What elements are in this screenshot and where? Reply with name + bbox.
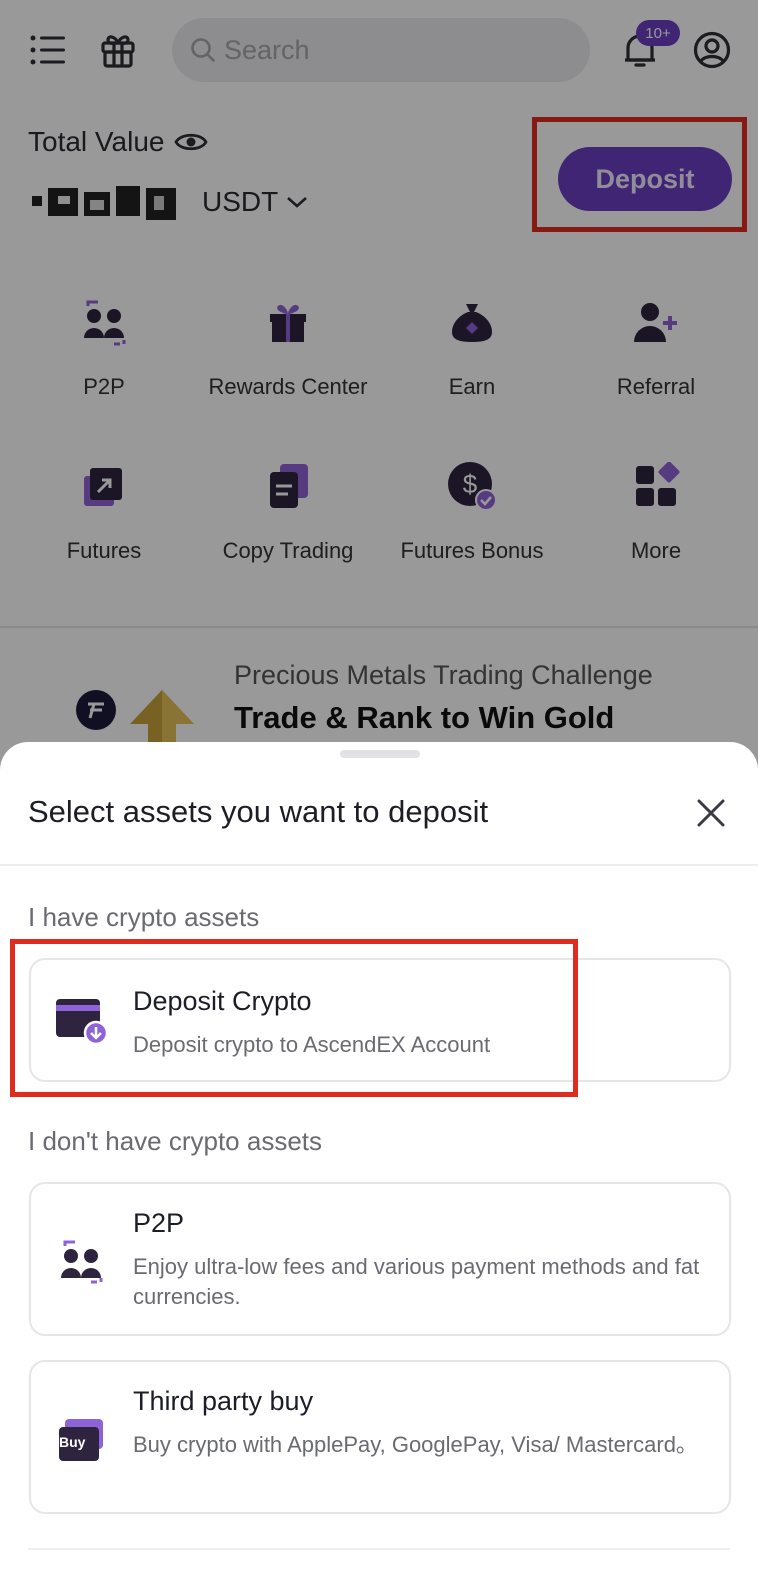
option-description: Buy crypto with ApplePay, GooglePay, Vis… [133,1432,698,1457]
deposit-sheet: Select assets you want to deposit I have… [0,742,758,1578]
close-icon[interactable] [690,792,732,834]
sheet-title: Select assets you want to deposit [28,794,489,829]
option-description: Enjoy ultra-low fees and various payment… [133,1254,700,1309]
option-p2p[interactable]: P2P Enjoy ultra-low fees and various pay… [29,1182,731,1336]
option-title: Third party buy [133,1386,314,1416]
option-title: P2P [133,1208,185,1238]
section-label-have: I have crypto assets [28,902,260,932]
buy-card-icon: Buy [53,1412,109,1468]
sheet-bottom-divider [28,1548,730,1550]
highlight-box-deposit-crypto [10,939,578,1097]
section-label-dont-have: I don't have crypto assets [28,1126,323,1156]
sheet-divider [0,864,758,866]
buy-icon-text: Buy [59,1434,86,1450]
p2p-icon [53,1232,109,1288]
drag-handle[interactable] [340,750,420,758]
option-third-party-buy[interactable]: Buy Third party buy Buy crypto with Appl… [29,1360,731,1514]
